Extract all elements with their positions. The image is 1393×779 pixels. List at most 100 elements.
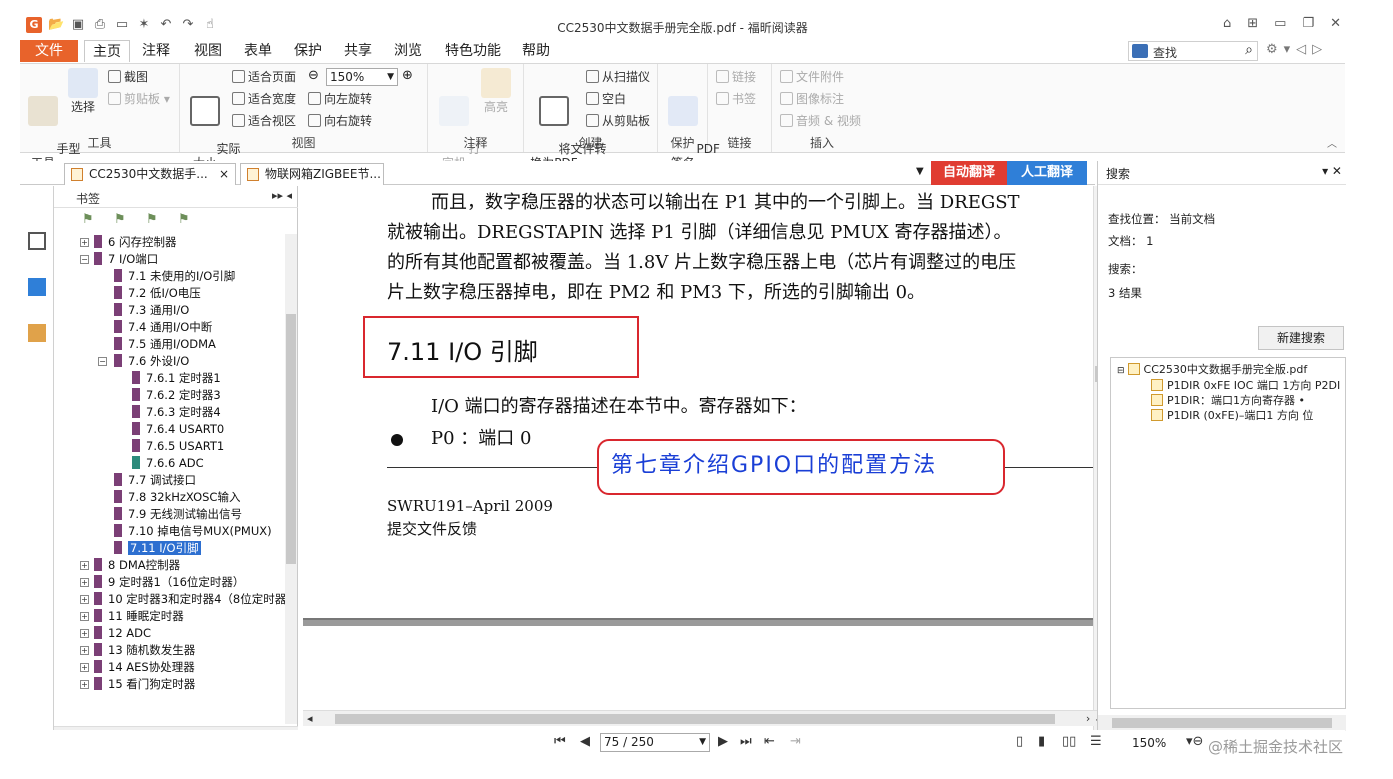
bookmark-item[interactable]: 7.8 32kHzXOSC输入 xyxy=(114,489,240,506)
highlight-button[interactable]: 高亮 xyxy=(480,68,512,114)
blank-button[interactable]: 空白 xyxy=(586,90,626,108)
bookmark-item[interactable]: +15 看门狗定时器 xyxy=(80,676,195,693)
zoom-in-icon[interactable]: ⊕ xyxy=(402,68,413,83)
single-page-icon[interactable]: ▯ xyxy=(1016,734,1023,749)
document-hscroll[interactable]: ◂ › ⌄ xyxy=(303,710,1107,726)
layout-icon[interactable]: ⊞ xyxy=(1247,16,1258,31)
tab-list-chevron-icon[interactable]: ▼ xyxy=(916,166,924,177)
zoom-dropdown-icon[interactable]: ▾⊖ xyxy=(1186,734,1203,749)
bookmark-item[interactable]: 7.7 调试接口 xyxy=(114,472,196,489)
bookmark-item[interactable]: 7.6.1 定时器1 xyxy=(132,370,221,387)
menu-tab-comment[interactable]: 注释 xyxy=(136,40,176,62)
expand-icon[interactable]: + xyxy=(80,680,89,689)
zoom-select[interactable]: 150% ▼ xyxy=(326,68,398,86)
screenshot-button[interactable]: 截图 xyxy=(108,68,148,86)
auto-translate-button[interactable]: 自动翻译 xyxy=(931,161,1007,185)
audio-video-button[interactable]: 音频 & 视频 xyxy=(780,112,861,130)
bookmark-item[interactable]: +13 随机数发生器 xyxy=(80,642,195,659)
menu-tab-share[interactable]: 共享 xyxy=(338,40,378,62)
menu-tab-help[interactable]: 帮助 xyxy=(516,40,556,62)
bookmark-item[interactable]: +14 AES协处理器 xyxy=(80,659,195,676)
bookmark-expand-icon[interactable]: ⚑ xyxy=(82,212,98,228)
search-hscroll[interactable] xyxy=(1098,715,1346,731)
zoom-level[interactable]: 150% xyxy=(1132,736,1166,750)
result-root[interactable]: ⊟ CC2530中文数据手册完全版.pdf xyxy=(1117,362,1307,377)
previous-view-icon[interactable]: ⇤ xyxy=(764,734,775,749)
doc-tab-zigbee[interactable]: 物联网箱ZIGBEE节... xyxy=(240,163,384,185)
bookmark-item[interactable]: 7.6.3 定时器4 xyxy=(132,404,221,421)
expand-icon[interactable]: + xyxy=(80,612,89,621)
bookmark-button[interactable]: 书签 xyxy=(716,90,756,108)
next-view-icon[interactable]: ⇥ xyxy=(790,734,801,749)
from-clipboard-button[interactable]: 从剪贴板 xyxy=(586,112,650,130)
fit-visible-button[interactable]: 适合视区 xyxy=(232,112,296,130)
close-icon[interactable]: ✕ xyxy=(1330,16,1341,31)
continuous-page-icon[interactable]: ▮ xyxy=(1038,734,1045,749)
account-icon[interactable]: ⌂ xyxy=(1223,16,1231,31)
human-translate-button[interactable]: 人工翻译 xyxy=(1007,161,1087,185)
first-page-icon[interactable]: ⏮ xyxy=(554,734,566,749)
search-icon[interactable]: ⌕ xyxy=(1245,42,1253,58)
doc-tab-cc2530[interactable]: CC2530中文数据手... × xyxy=(64,163,236,185)
find-box[interactable]: 查找 ⌕ xyxy=(1128,41,1258,61)
menu-tab-protect[interactable]: 保护 xyxy=(288,40,328,62)
expand-icon[interactable]: + xyxy=(80,238,89,247)
image-annotation-button[interactable]: 图像标注 xyxy=(780,90,844,108)
minimize-icon[interactable]: ▭ xyxy=(1274,16,1286,31)
scroll-left-icon[interactable]: ◂ xyxy=(307,711,313,727)
bookmark-add-icon[interactable]: ⚑ xyxy=(114,212,130,228)
bookmark-move-icon[interactable]: ⚑ xyxy=(146,212,162,228)
bookmark-item[interactable]: 7.3 通用I/O xyxy=(114,302,189,319)
menu-tab-home[interactable]: 主页 xyxy=(84,40,130,62)
new-search-button[interactable]: 新建搜索 xyxy=(1258,326,1344,350)
menu-file[interactable]: 文件 xyxy=(20,40,78,62)
link-button[interactable]: 链接 xyxy=(716,68,756,86)
fit-page-button[interactable]: 适合页面 xyxy=(232,68,296,86)
zoom-out-icon[interactable]: ⊖ xyxy=(308,68,319,83)
bookmark-item[interactable]: 7.9 无线测试输出信号 xyxy=(114,506,242,523)
next-page-icon[interactable]: ▶ xyxy=(718,734,728,749)
close-panel-icon[interactable]: ▾ ✕ xyxy=(1322,164,1342,178)
bookmark-item[interactable]: +12 ADC xyxy=(80,625,151,642)
collapse-icon[interactable]: − xyxy=(98,357,107,366)
from-scanner-button[interactable]: 从扫描仪 xyxy=(586,68,650,86)
bookmark-item[interactable]: +11 睡眠定时器 xyxy=(80,608,184,625)
file-attachment-button[interactable]: 文件附件 xyxy=(780,68,844,86)
panel-collapse-icon[interactable]: ▸▸ ◂ xyxy=(272,189,292,202)
scroll-thumb[interactable] xyxy=(335,714,1055,724)
last-page-icon[interactable]: ⏭ xyxy=(740,734,752,749)
bookmark-item[interactable]: 7.10 掉电信号MUX(PMUX) xyxy=(114,523,272,540)
bookmark-item[interactable]: 7.4 通用I/O中断 xyxy=(114,319,212,336)
collapse-icon[interactable]: − xyxy=(80,255,89,264)
continuous-facing-icon[interactable]: ☰ xyxy=(1090,734,1102,749)
expand-icon[interactable]: + xyxy=(80,561,89,570)
rotate-left-button[interactable]: 向左旋转 xyxy=(308,90,372,108)
search-result-item[interactable]: P1DIR 0xFE IOC 端口 1方向 P2DI xyxy=(1151,378,1340,393)
bookmark-item[interactable]: 7.5 通用I/ODMA xyxy=(114,336,216,353)
comments-panel-icon[interactable] xyxy=(28,324,46,342)
bookmark-delete-icon[interactable]: ⚑ xyxy=(178,212,194,228)
bookmark-item[interactable]: 7.1 未使用的I/O引脚 xyxy=(114,268,235,285)
bookmark-item[interactable]: −7.6 外设I/O xyxy=(98,353,189,370)
expand-icon[interactable]: + xyxy=(80,646,89,655)
bookmark-item-selected[interactable]: 7.11 I/O引脚 xyxy=(114,540,201,557)
bookmarks-vscroll[interactable] xyxy=(285,234,297,724)
scroll-thumb[interactable] xyxy=(286,314,296,564)
bookmark-item[interactable]: 7.6.2 定时器3 xyxy=(132,387,221,404)
search-result-item[interactable]: P1DIR：端口1方向寄存器 • xyxy=(1151,393,1305,408)
close-tab-icon[interactable]: × xyxy=(219,164,229,184)
bookmark-item[interactable]: +10 定时器3和定时器4（8位定时器） xyxy=(80,591,290,608)
bookmark-item[interactable]: 7.6.4 USART0 xyxy=(132,421,224,438)
clipboard-button[interactable]: 剪贴板 ▾ xyxy=(108,90,170,108)
bookmark-item[interactable]: 7.2 低I/O电压 xyxy=(114,285,201,302)
fit-width-button[interactable]: 适合宽度 xyxy=(232,90,296,108)
bookmark-item[interactable]: 7.6.6 ADC xyxy=(132,455,204,472)
bookmark-item[interactable]: +8 DMA控制器 xyxy=(80,557,180,574)
settings-icon[interactable]: ⚙▾◁▷ xyxy=(1266,42,1328,57)
document-view[interactable]: 而且，数字稳压器的状态可以输出在 P1 其中的一个引脚上。当 DREGST 就被… xyxy=(303,186,1093,732)
bookmark-item[interactable]: 7.6.5 USART1 xyxy=(132,438,224,455)
bookmark-item[interactable]: −7 I/O端口 xyxy=(80,251,158,268)
scroll-thumb[interactable] xyxy=(1112,718,1332,728)
select-tool-button[interactable]: 选择 xyxy=(66,68,100,114)
expand-icon[interactable]: + xyxy=(80,629,89,638)
